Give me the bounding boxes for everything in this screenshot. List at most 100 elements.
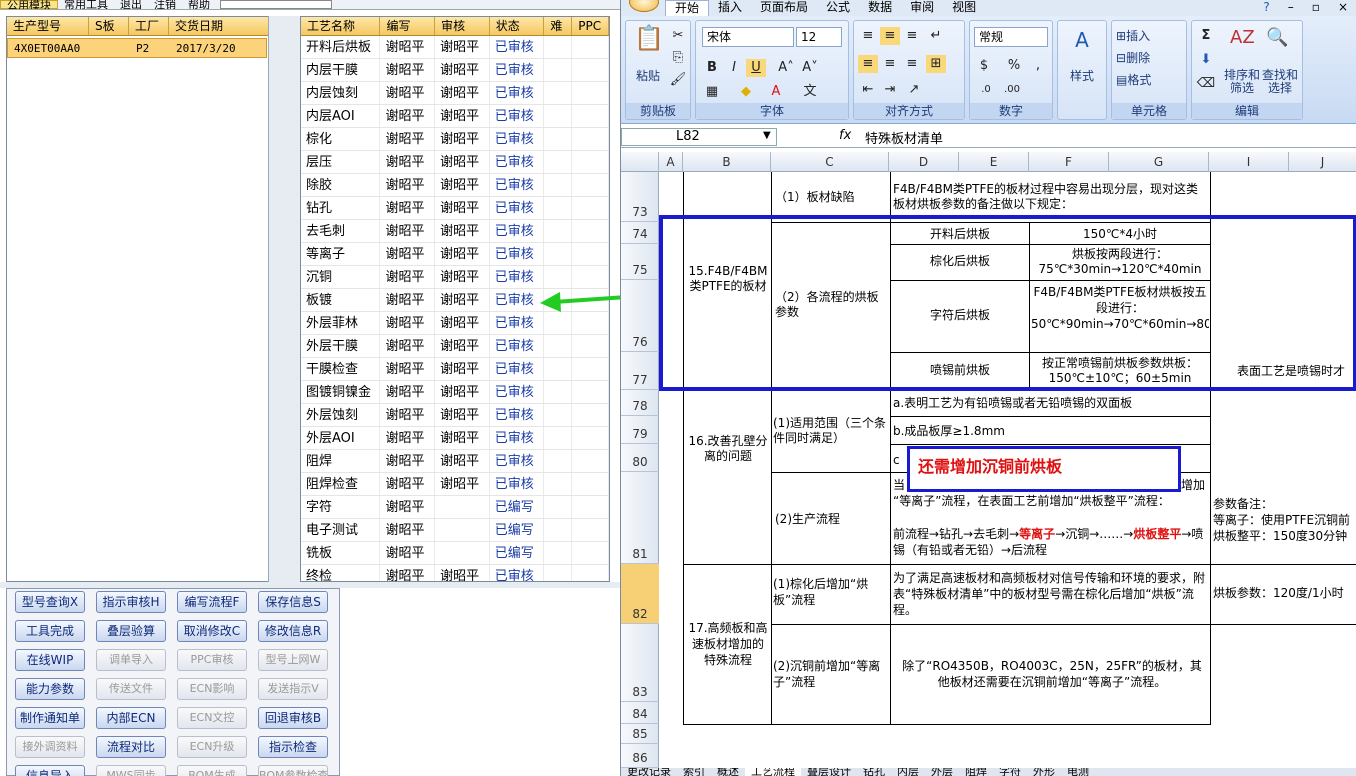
underline-icon[interactable]: U — [746, 59, 766, 77]
wrap-text-icon[interactable]: ↵ — [926, 27, 946, 45]
cell-d78[interactable]: a.表明工艺为有铅喷锡或者无铅喷锡的双面板 — [893, 396, 1209, 411]
cell-d81-b[interactable]: 增加 — [1181, 478, 1209, 493]
orientation-icon[interactable]: ↗ — [904, 81, 924, 99]
row-header[interactable]: 77 — [621, 352, 659, 390]
action-button[interactable]: 在线WIP — [15, 649, 85, 671]
action-button[interactable]: PPC审核 — [177, 649, 247, 671]
sheet-tab[interactable]: 电测 — [1061, 768, 1095, 776]
shrink-font-icon[interactable]: A˅ — [800, 59, 820, 77]
cell-d81-a[interactable]: 当 — [893, 478, 907, 493]
action-button[interactable]: BOM参数检查 — [258, 765, 328, 776]
tab-insert[interactable]: 插入 — [709, 0, 751, 16]
action-button[interactable]: 保存信息S — [258, 591, 328, 613]
table-row[interactable]: 棕化 谢昭平 谢昭平 已审核 — [301, 128, 609, 151]
action-button[interactable]: MWS同步 — [96, 765, 166, 776]
row-header[interactable]: 73 — [621, 172, 659, 222]
cell-b83[interactable]: 17.高频板和高速板材增加的特殊流程 — [687, 620, 769, 668]
col-header-f[interactable]: F — [1029, 152, 1109, 172]
format-cells-button[interactable]: ▤格式 — [1116, 71, 1151, 88]
table-row[interactable]: 开料后烘板 谢昭平 谢昭平 已审核 — [301, 36, 609, 59]
align-bottom-icon[interactable]: ≡ — [902, 27, 922, 45]
table-row[interactable]: 图镀铜镍金 谢昭平 谢昭平 已审核 — [301, 381, 609, 404]
minimize-icon[interactable]: – — [1279, 0, 1303, 16]
grow-font-icon[interactable]: A˄ — [776, 59, 796, 77]
bold-icon[interactable]: B — [702, 59, 722, 77]
namebox-dropdown-icon[interactable]: ▼ — [763, 130, 771, 141]
table-row[interactable]: 铣板 谢昭平 已编写 — [301, 542, 609, 565]
merge-center-icon[interactable]: ⊞ — [926, 55, 946, 73]
col-header-d[interactable]: D — [889, 152, 959, 172]
fill-icon[interactable]: ⬇ — [1196, 51, 1216, 69]
paste-label[interactable]: 粘贴 — [636, 67, 660, 84]
sheet-tab[interactable]: 字符 — [993, 768, 1027, 776]
format-painter-icon[interactable]: 🖌 — [668, 71, 688, 89]
cell-c82[interactable]: (1)棕化后增加“烘板”流程 — [773, 576, 889, 608]
action-button[interactable]: 指示检查 — [258, 736, 328, 758]
row-header[interactable]: 76 — [621, 280, 659, 352]
table-row[interactable]: 外层蚀刻 谢昭平 谢昭平 已审核 — [301, 404, 609, 427]
row-header[interactable]: 78 — [621, 390, 659, 416]
cell-b79[interactable]: 16.改善孔壁分离的问题 — [687, 434, 769, 464]
col-header-i[interactable]: I — [1209, 152, 1289, 172]
sheet-tab[interactable]: 钻孔 — [857, 768, 891, 776]
sheet-tab[interactable]: 外形 — [1027, 768, 1061, 776]
action-button[interactable]: 接外调资料 — [15, 736, 85, 758]
col-header-j[interactable]: J — [1289, 152, 1356, 172]
cell-d79[interactable]: b.成品板厚≥1.8mm — [893, 424, 1209, 439]
tab-page-layout[interactable]: 页面布局 — [751, 0, 817, 16]
insert-cells-button[interactable]: ⊞插入 — [1116, 27, 1150, 44]
col-status[interactable]: 状态 — [490, 17, 545, 35]
menu-search-input[interactable] — [220, 0, 332, 9]
decrease-indent-icon[interactable]: ⇤ — [858, 81, 878, 99]
sheet-tab[interactable]: 阻焊 — [959, 768, 993, 776]
action-button[interactable]: 制作通知单 — [15, 707, 85, 729]
tab-home[interactable]: 开始 — [665, 0, 710, 16]
menu-public-module[interactable]: 公用模块 — [0, 0, 58, 9]
row-header[interactable]: 85 — [621, 724, 659, 744]
row-header[interactable]: 80 — [621, 444, 659, 472]
select-all-corner[interactable] — [621, 152, 659, 172]
cell-c81[interactable]: (2)生产流程 — [775, 512, 887, 527]
menu-tools[interactable]: 常用工具 — [58, 0, 114, 9]
help-icon[interactable]: ? — [1254, 0, 1278, 16]
action-button[interactable]: 传送文件 — [96, 678, 166, 700]
font-name-select[interactable]: 宋体 — [702, 27, 794, 47]
autosum-icon[interactable]: Σ — [1196, 27, 1216, 45]
table-row[interactable]: 层压 谢昭平 谢昭平 已审核 — [301, 151, 609, 174]
clear-icon[interactable]: ⌫ — [1196, 75, 1216, 93]
sheet-tab[interactable]: 工艺流程 — [745, 768, 801, 776]
align-center-icon[interactable]: ≡ — [880, 55, 900, 73]
tab-data[interactable]: 数据 — [859, 0, 901, 16]
cell-c73[interactable]: （1）板材缺陷 — [775, 190, 887, 205]
action-button[interactable]: 指示审核H — [96, 591, 166, 613]
action-button[interactable]: 叠层验算 — [96, 620, 166, 642]
comma-icon[interactable]: , — [1028, 57, 1048, 75]
row-header[interactable]: 79 — [621, 416, 659, 444]
sheet-tab[interactable]: 内层 — [891, 768, 925, 776]
tab-view[interactable]: 视图 — [943, 0, 985, 16]
border-icon[interactable]: ▦ — [702, 83, 722, 101]
tab-formulas[interactable]: 公式 — [817, 0, 859, 16]
row-header[interactable]: 83 — [621, 624, 659, 702]
cell-i81[interactable]: 参数备注： 等离子：使用PTFE沉铜前 烘板整平：150度30分钟 — [1213, 496, 1356, 544]
table-row[interactable]: 阻焊 谢昭平 谢昭平 已审核 — [301, 450, 609, 473]
cell-c83[interactable]: (2)沉铜前增加“等离子”流程 — [773, 658, 889, 690]
table-row[interactable]: 终检 谢昭平 谢昭平 已审核 — [301, 565, 609, 581]
table-row[interactable]: 去毛刺 谢昭平 谢昭平 已审核 — [301, 220, 609, 243]
cell-i82[interactable]: 烘板参数：120度/1小时 — [1213, 586, 1356, 601]
row-header[interactable]: 82 — [621, 564, 659, 624]
action-button[interactable]: 内部ECN — [96, 707, 166, 729]
sheet-tab[interactable]: 更改记录 — [621, 768, 677, 776]
find-select-label[interactable]: 查找和 选择 — [1262, 69, 1298, 95]
col-header-e[interactable]: E — [959, 152, 1029, 172]
table-row[interactable]: 字符 谢昭平 已编写 — [301, 496, 609, 519]
cell-d81-c[interactable]: “等离子”流程，在表面工艺前增加“烘板整平”流程： — [893, 494, 1209, 509]
action-button[interactable]: 取消修改C — [177, 620, 247, 642]
row-header[interactable]: 81 — [621, 472, 659, 564]
copy-icon[interactable]: ⎘ — [668, 49, 688, 67]
find-icon[interactable]: 🔍 — [1266, 29, 1288, 47]
cell-c79[interactable]: (1)适用范围（三个条件同时满足） — [773, 416, 889, 446]
action-button[interactable]: 能力参数 — [15, 678, 85, 700]
col-ppc[interactable]: PPC — [572, 17, 609, 35]
increase-decimal-icon[interactable]: .0 — [976, 81, 996, 99]
